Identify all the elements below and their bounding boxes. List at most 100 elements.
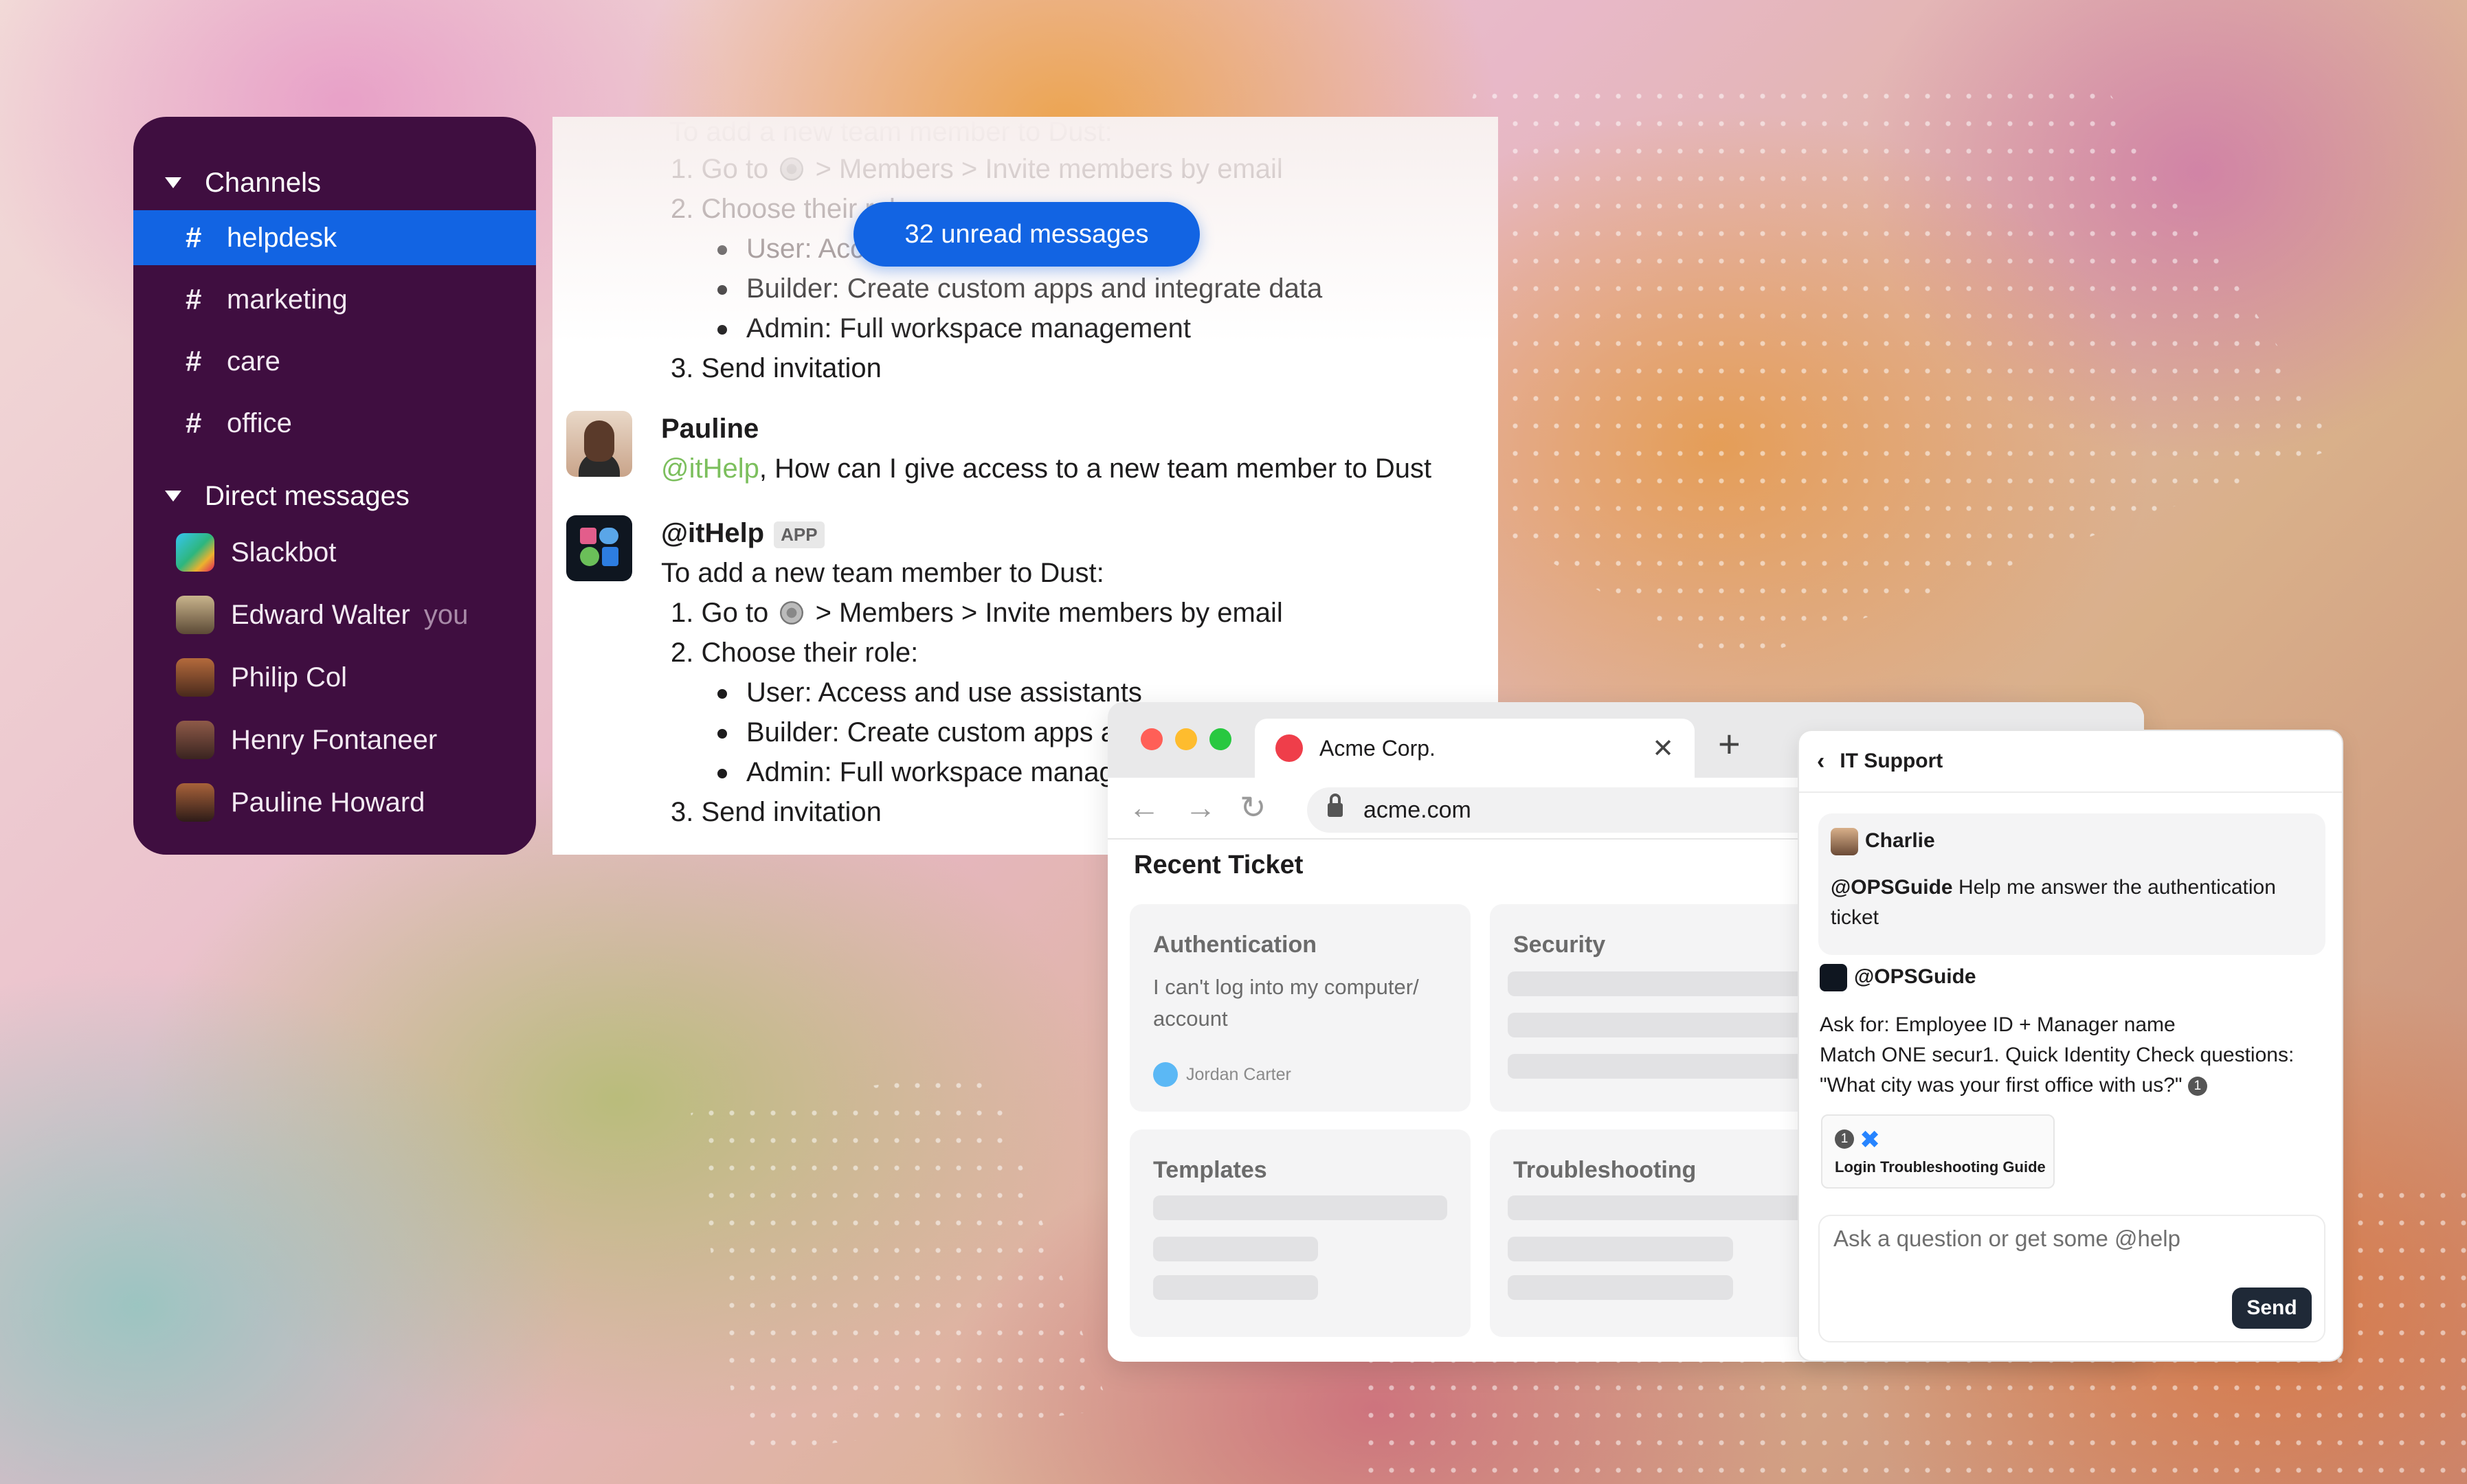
settings-gear-icon [780,157,804,181]
message-step1: 1. Go to > Members > Invite members by e… [671,598,1283,629]
step-text: 1. Go to [671,154,769,184]
avatar [176,721,214,759]
bot-line: "What city was your first office with us… [1820,1070,2207,1101]
skeleton-line [1153,1275,1318,1300]
dm-label: Slackbot [231,537,337,567]
you-label: you [423,599,469,630]
minimize-window-button[interactable] [1175,728,1197,750]
channels-header-label: Channels [205,167,322,198]
ticket-card-troubleshooting[interactable]: Troubleshooting [1490,1129,1831,1337]
ticket-card-security[interactable]: Security [1490,904,1831,1112]
back-arrow-icon[interactable]: ← [1128,789,1160,826]
avatar [1831,828,1858,856]
panel-header: ‹ IT Support [1799,731,2342,793]
question-input[interactable]: Ask a question or get some @help Send [1818,1215,2325,1342]
card-title: Templates [1153,1157,1267,1183]
card-title: Troubleshooting [1513,1157,1697,1183]
hash-icon: # [186,345,202,377]
dm-label: Pauline Howard [231,787,425,818]
ticket-card-authentication[interactable]: Authentication I can't log into my compu… [1130,904,1471,1112]
skeleton-line [1508,1195,1831,1220]
section-title: Recent Ticket [1134,851,1304,879]
author-name: Charlie [1865,829,1935,852]
forward-arrow-icon[interactable]: → [1185,789,1216,826]
bot-line: Ask for: Employee ID + Manager name [1820,1013,2176,1036]
avatar [1153,1062,1178,1087]
maximize-window-button[interactable] [1209,728,1231,750]
it-support-panel: ‹ IT Support Charlie @OPSGuide Help me a… [1798,730,2343,1362]
dm-philip-col[interactable]: Philip Col [133,650,536,705]
card-title: Authentication [1153,932,1317,958]
skeleton-line [1153,1237,1318,1261]
message-step2: 2. Choose their role: [671,638,919,668]
chevron-left-icon[interactable]: ‹ [1817,748,1824,775]
dm-henry-fontaneer[interactable]: Henry Fontaneer [133,712,536,767]
channel-marketing[interactable]: # marketing [133,272,536,327]
message-author[interactable]: @itHelp APP [661,518,825,549]
citation-badge[interactable]: 1 [2187,1077,2207,1097]
channel-care[interactable]: # care [133,334,536,389]
card-title: Security [1513,932,1606,958]
step-text: > Members > Invite members by email [815,598,1283,628]
skeleton-line [1508,1054,1831,1079]
reload-icon[interactable]: ↻ [1240,789,1266,826]
step-text: > Members > Invite members by email [815,154,1283,184]
close-tab-icon[interactable]: ✕ [1652,733,1674,764]
caret-down-icon [165,491,181,502]
mention: @OPSGuide [1831,876,1953,899]
settings-gear-icon [780,601,804,625]
channels-section-header[interactable]: Channels [133,155,536,210]
favicon-icon [1275,734,1303,762]
channel-helpdesk[interactable]: # helpdesk [133,210,536,265]
confluence-icon: ✖ [1860,1125,1881,1154]
dm-slackbot[interactable]: Slackbot [133,525,536,580]
tab-title: Acme Corp. [1319,735,1436,761]
send-button[interactable]: Send [2232,1288,2312,1329]
lock-icon [1328,794,1343,817]
previous-role-admin: Admin: Full workspace management [717,313,1191,344]
skeleton-line [1508,971,1831,996]
message-body: , How can I give access to a new team me… [759,453,1432,484]
dm-section-header[interactable]: Direct messages [133,469,536,524]
avatar [176,658,214,697]
avatar[interactable] [566,411,632,477]
browser-tab[interactable]: Acme Corp. ✕ [1255,719,1695,778]
close-window-button[interactable] [1141,728,1163,750]
bot-author: @OPSGuide [1820,962,1976,992]
avatar [176,596,214,634]
channel-label: helpdesk [227,222,337,253]
citation-badge: 1 [1835,1129,1854,1149]
mention-link[interactable]: @itHelp [661,453,759,484]
dm-pauline-howard[interactable]: Pauline Howard [133,775,536,830]
assignee-name: Jordan Carter [1186,1064,1291,1084]
source-card[interactable]: 1 ✖ Login Troubleshooting Guide [1821,1114,2055,1189]
message-text: @itHelp, How can I give access to a new … [661,453,1431,484]
opsguide-logo-icon [1820,964,1847,992]
ithelp-logo-icon [580,528,618,566]
ithelp-app-avatar[interactable] [566,515,632,581]
dm-edward-walter[interactable]: Edward Walter you [133,587,536,642]
url-text: acme.com [1363,796,1471,823]
skeleton-line [1153,1195,1447,1220]
skeleton-line [1508,1275,1733,1300]
new-tab-icon[interactable]: + [1718,721,1741,766]
slack-sidebar: Channels # helpdesk # marketing # care # off… [133,117,536,855]
dm-header-label: Direct messages [205,480,410,511]
channel-office[interactable]: # office [133,396,536,451]
caret-down-icon [165,177,181,188]
user-message-text: @OPSGuide Help me answer the authenticat… [1831,873,2312,933]
dm-label: Edward Walter [231,599,410,630]
input-placeholder: Ask a question or get some @help [1833,1226,2180,1251]
previous-message-intro: To add a new team member to Dust: [669,117,1113,147]
dm-label: Philip Col [231,662,347,693]
slackbot-icon [176,533,214,572]
message-author[interactable]: Pauline [661,414,759,445]
message-intro: To add a new team member to Dust: [661,558,1104,588]
author-name: @OPSGuide [1854,965,1976,988]
unread-messages-button[interactable]: 32 unread messages [853,202,1200,267]
channel-label: care [227,346,280,376]
bot-line: Match ONE secur1. Quick Identity Check q… [1820,1044,2295,1066]
channel-label: marketing [227,284,348,315]
hash-icon: # [186,283,202,315]
ticket-card-templates[interactable]: Templates [1130,1129,1471,1337]
